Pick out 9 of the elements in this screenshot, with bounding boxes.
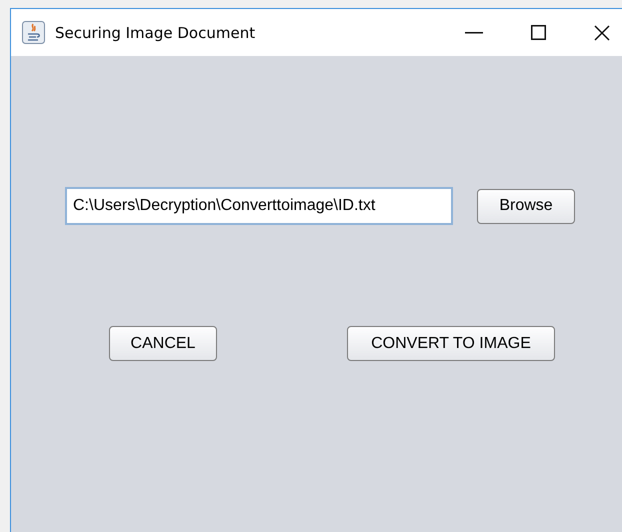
- app-icon: [22, 21, 45, 44]
- file-path-field[interactable]: C:\Users\Decryption\Converttoimage\ID.txt: [65, 187, 453, 225]
- browse-button[interactable]: Browse: [477, 188, 575, 224]
- convert-button[interactable]: CONVERT TO IMAGE: [347, 326, 555, 361]
- maximize-icon[interactable]: [531, 25, 546, 40]
- close-icon[interactable]: [594, 24, 610, 40]
- minimize-icon[interactable]: [465, 32, 483, 34]
- window-title: Securing Image Document: [55, 24, 256, 42]
- cancel-button[interactable]: CANCEL: [109, 326, 217, 361]
